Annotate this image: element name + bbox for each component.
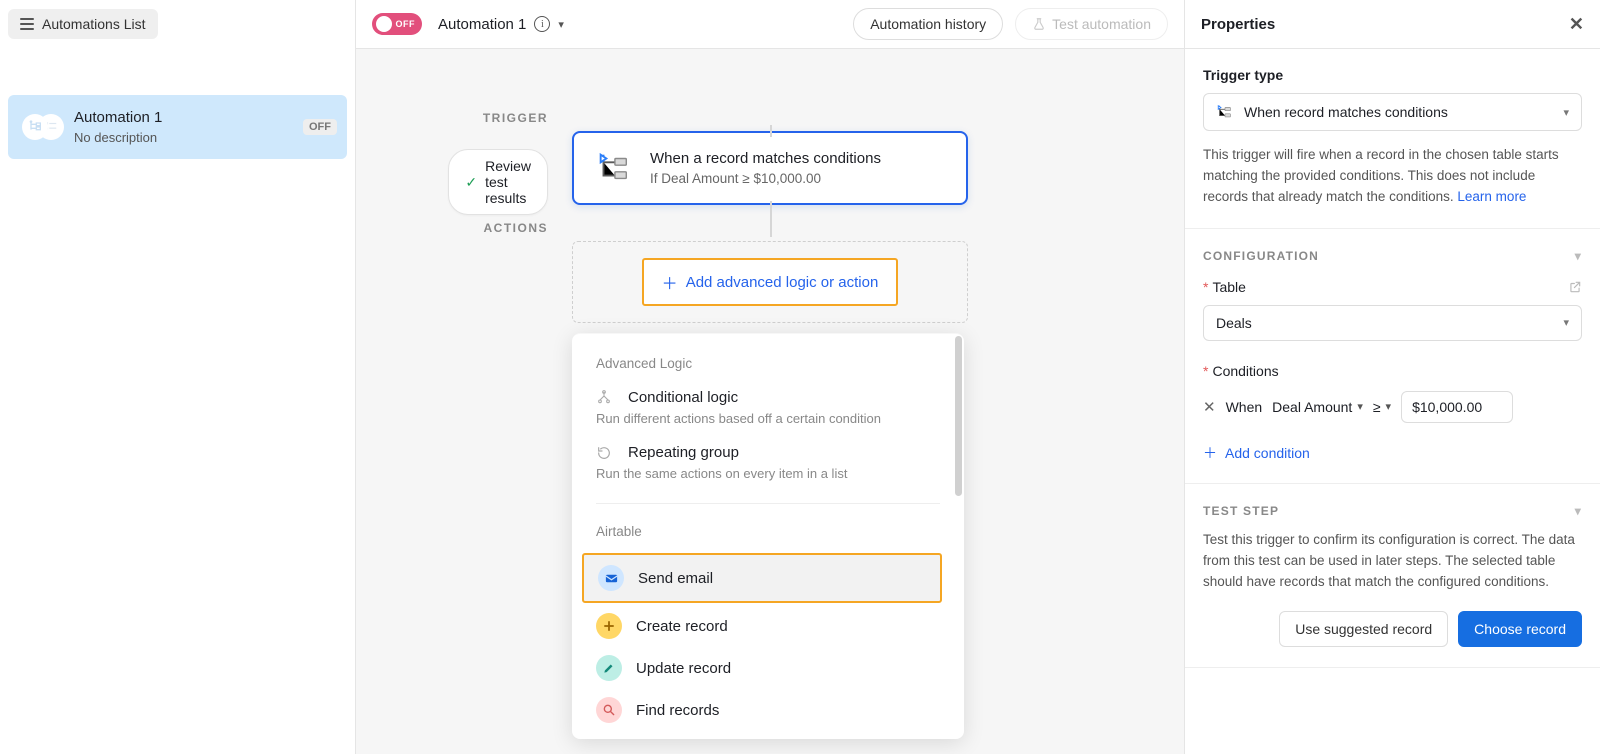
sidebar: Automations List Automation 1 No des bbox=[0, 0, 356, 754]
trigger-section-label: TRIGGER bbox=[483, 111, 548, 125]
top-bar: OFF Automation 1 i ▾ Automation history … bbox=[356, 0, 1184, 49]
conditions-icon bbox=[1216, 103, 1234, 121]
condition-operator-select[interactable]: ≥ ▾ bbox=[1373, 399, 1391, 415]
chevron-down-icon: ▾ bbox=[1386, 400, 1392, 413]
properties-panel: Properties ✕ Trigger type When record ma… bbox=[1184, 0, 1600, 754]
chevron-down-icon: ▾ bbox=[1575, 249, 1582, 263]
menu-group-airtable: Airtable bbox=[572, 518, 964, 551]
menu-item-create-record[interactable]: Create record bbox=[572, 605, 964, 647]
chevron-down-icon[interactable]: ▾ bbox=[558, 18, 564, 31]
trigger-node-subtitle: If Deal Amount ≥ $10,000.00 bbox=[650, 171, 881, 186]
table-field-label: * Table bbox=[1203, 279, 1582, 295]
condition-field-select[interactable]: Deal Amount ▾ bbox=[1272, 399, 1363, 415]
menu-item-send-email[interactable]: Send email bbox=[582, 553, 942, 603]
info-icon[interactable]: i bbox=[534, 16, 550, 32]
chevron-down-icon: ▾ bbox=[1575, 504, 1582, 518]
action-dropdown-menu: Advanced Logic Conditional logic Run dif… bbox=[572, 333, 964, 739]
toggle-label: OFF bbox=[396, 19, 416, 29]
actions-section-label: ACTIONS bbox=[484, 221, 549, 235]
menu-item-update-record[interactable]: Update record bbox=[572, 647, 964, 689]
flow-icon bbox=[27, 119, 43, 135]
review-test-results-button[interactable]: ✓ Review test results bbox=[448, 149, 548, 215]
automation-card[interactable]: Automation 1 No description OFF bbox=[8, 95, 347, 159]
remove-condition-button[interactable]: ✕ bbox=[1203, 398, 1216, 416]
configuration-header[interactable]: CONFIGURATION ▾ bbox=[1203, 249, 1582, 263]
automation-name[interactable]: Automation 1 bbox=[438, 16, 526, 33]
add-action-button[interactable]: ＋ Add advanced logic or action bbox=[642, 258, 899, 306]
email-icon bbox=[598, 565, 624, 591]
chevron-down-icon: ▾ bbox=[1357, 400, 1363, 413]
trigger-description: This trigger will fire when a record in … bbox=[1203, 145, 1582, 208]
plus-icon: ＋ bbox=[1203, 443, 1217, 463]
add-action-container: ＋ Add advanced logic or action bbox=[572, 241, 968, 323]
choose-record-button[interactable]: Choose record bbox=[1458, 611, 1582, 647]
trigger-node[interactable]: When a record matches conditions If Deal… bbox=[572, 131, 968, 205]
chevron-down-icon: ▾ bbox=[1563, 106, 1569, 119]
automation-history-button[interactable]: Automation history bbox=[853, 8, 1003, 40]
menu-item-repeating-group[interactable]: Repeating group Run the same actions on … bbox=[572, 438, 964, 493]
condition-when-label: When bbox=[1226, 399, 1263, 415]
learn-more-link[interactable]: Learn more bbox=[1457, 189, 1526, 204]
scrollbar[interactable] bbox=[955, 336, 962, 496]
plus-circle-icon bbox=[596, 613, 622, 639]
close-icon[interactable]: ✕ bbox=[1569, 14, 1584, 35]
conditions-field-label: * Conditions bbox=[1203, 363, 1582, 379]
menu-icon bbox=[20, 18, 34, 29]
external-link-icon[interactable] bbox=[1568, 280, 1582, 294]
menu-group-advanced-logic: Advanced Logic bbox=[572, 350, 964, 383]
trigger-node-title: When a record matches conditions bbox=[650, 150, 881, 167]
check-icon: ✓ bbox=[465, 174, 477, 191]
test-step-header[interactable]: TEST STEP ▾ bbox=[1203, 504, 1582, 518]
add-condition-button[interactable]: ＋ Add condition bbox=[1203, 443, 1582, 463]
table-select[interactable]: Deals ▾ bbox=[1203, 305, 1582, 341]
search-icon bbox=[596, 697, 622, 723]
menu-item-find-records[interactable]: Find records bbox=[572, 689, 964, 731]
repeat-icon bbox=[596, 445, 614, 461]
condition-row: ✕ When Deal Amount ▾ ≥ ▾ $10,000.00 bbox=[1203, 391, 1582, 423]
automation-card-icons bbox=[22, 113, 62, 141]
properties-header: Properties ✕ bbox=[1185, 0, 1600, 49]
chevron-down-icon: ▾ bbox=[1563, 316, 1569, 329]
trigger-type-select[interactable]: When record matches conditions ▾ bbox=[1203, 93, 1582, 131]
condition-value-input[interactable]: $10,000.00 bbox=[1401, 391, 1513, 423]
automation-toggle[interactable]: OFF bbox=[372, 13, 422, 35]
automations-list-button[interactable]: Automations List bbox=[8, 9, 158, 39]
automation-card-subtitle: No description bbox=[74, 130, 162, 145]
test-automation-button: Test automation bbox=[1015, 8, 1168, 40]
menu-item-conditional-logic[interactable]: Conditional logic Run different actions … bbox=[572, 383, 964, 438]
flask-icon bbox=[1032, 17, 1046, 31]
canvas: OFF Automation 1 i ▾ Automation history … bbox=[356, 0, 1184, 754]
automations-list-label: Automations List bbox=[42, 16, 146, 32]
use-suggested-record-button[interactable]: Use suggested record bbox=[1279, 611, 1448, 647]
automation-card-title: Automation 1 bbox=[74, 109, 162, 126]
test-step-description: Test this trigger to confirm its configu… bbox=[1203, 530, 1582, 593]
automation-status-badge: OFF bbox=[303, 119, 337, 135]
trigger-type-label: Trigger type bbox=[1203, 67, 1582, 83]
pencil-icon bbox=[596, 655, 622, 681]
branch-icon bbox=[596, 390, 614, 406]
conditions-icon bbox=[594, 149, 632, 187]
plus-icon: ＋ bbox=[662, 270, 678, 294]
